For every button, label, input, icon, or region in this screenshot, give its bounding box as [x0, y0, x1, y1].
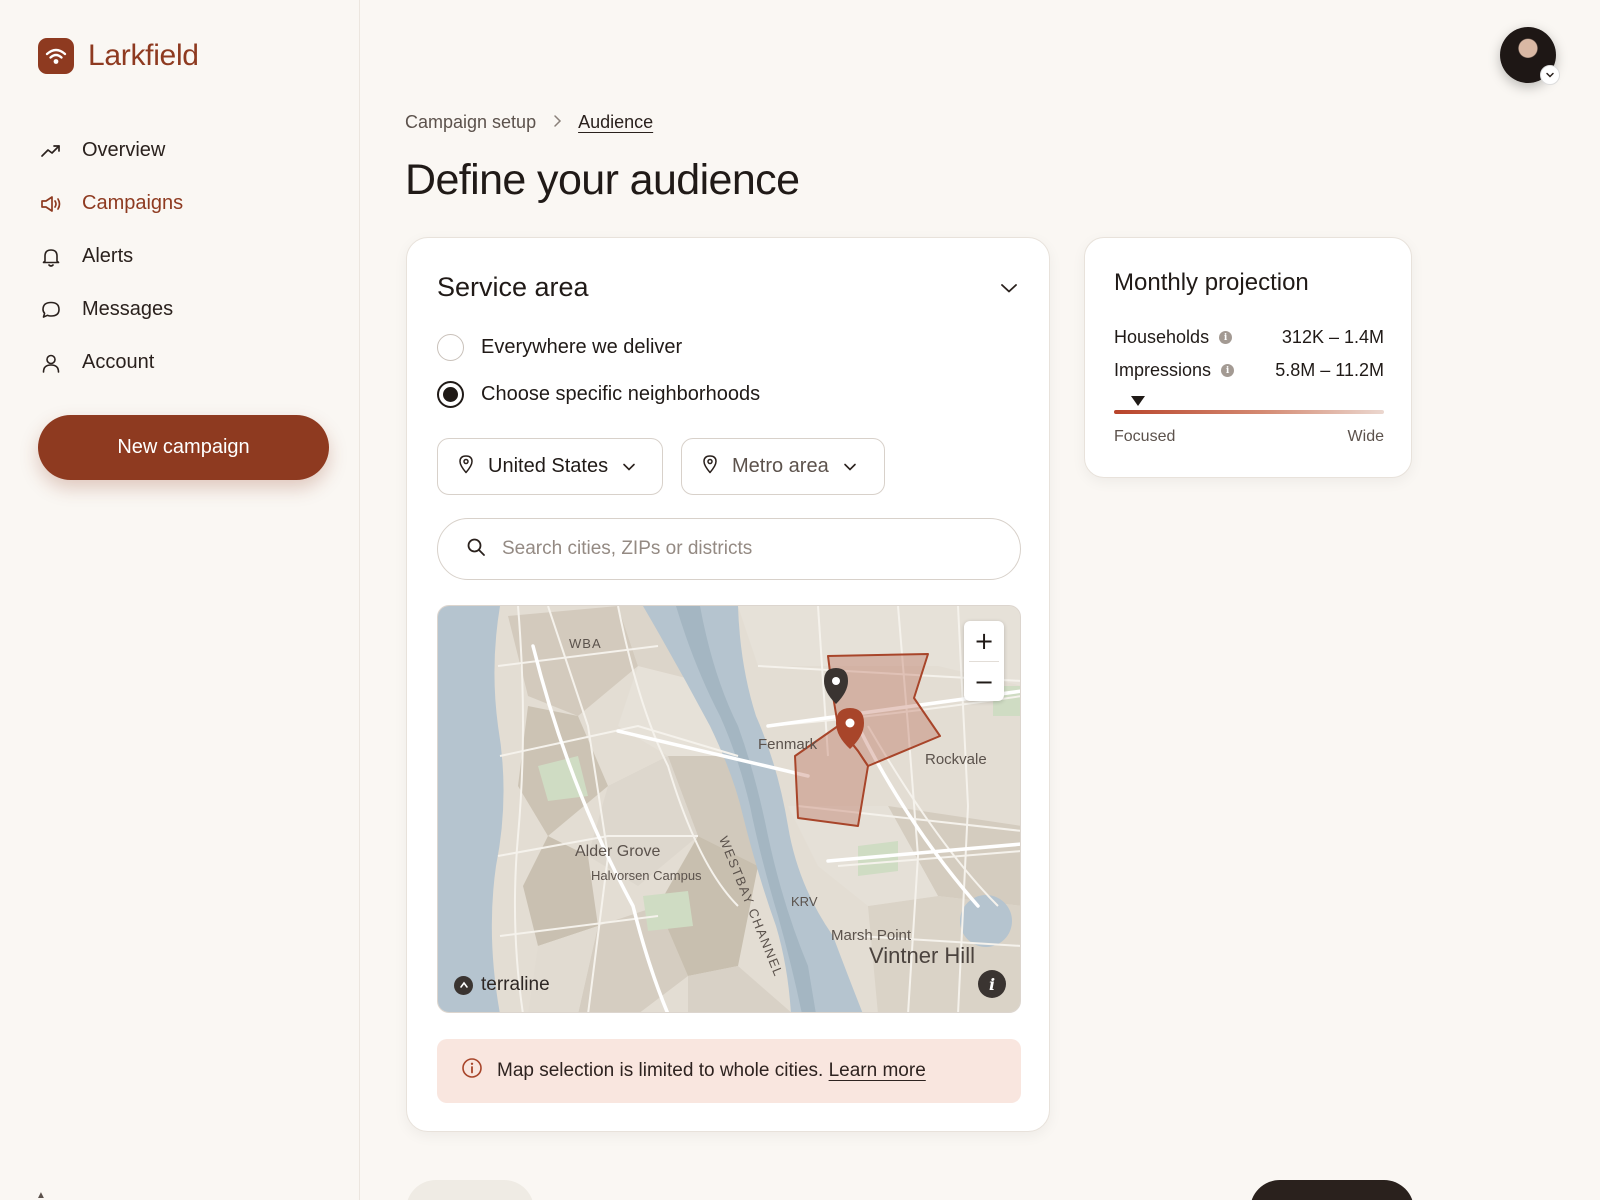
scale-left-label: Focused [1114, 428, 1176, 445]
back-button[interactable] [406, 1180, 534, 1200]
continue-button[interactable] [1250, 1180, 1414, 1200]
sidebar-item-label: Messages [82, 298, 174, 320]
breadcrumb-current[interactable]: Audience [578, 112, 653, 133]
wifi-logo-icon [38, 38, 74, 74]
service-area-map[interactable]: WBA Fenmark Rockvale WESTBAY CHANNEL Ald… [437, 605, 1021, 1013]
map-label: Halvorsen Campus [591, 868, 702, 883]
map-label: KRV [791, 894, 818, 909]
app-logo[interactable]: Larkfield [38, 38, 199, 74]
map-label: Marsh Point [831, 927, 912, 944]
map-label: Rockvale [925, 751, 987, 768]
reach-scale-bar [1114, 410, 1384, 414]
map-label: Vintner Hill [869, 943, 975, 968]
breadcrumb: Campaign setup Audience [405, 112, 653, 133]
trend-up-icon [38, 138, 64, 164]
sidebar-item-account[interactable]: Account [38, 336, 328, 389]
radio-button[interactable] [437, 334, 464, 361]
impressions-label: Impressions [1114, 360, 1212, 380]
page-title: Define your audience [405, 156, 800, 204]
terraline-logo-icon [454, 975, 473, 995]
search-icon [466, 537, 486, 562]
scale-right-label: Wide [1347, 428, 1384, 445]
sidebar-item-campaigns[interactable]: Campaigns [38, 177, 328, 230]
megaphone-icon [38, 191, 64, 217]
user-avatar[interactable] [1500, 27, 1560, 85]
sidebar-item-overview[interactable]: Overview [38, 124, 328, 177]
chevron-up-icon: ▲ [36, 1190, 46, 1200]
bell-icon [38, 244, 64, 270]
info-circle-icon [461, 1057, 483, 1085]
households-value: 312K – 1.4M [1281, 327, 1384, 347]
attribution-label: terraline [481, 974, 550, 995]
zoom-out-button[interactable]: − [964, 662, 1004, 702]
projection-title: Monthly projection [1114, 269, 1309, 296]
app-name: Larkfield [88, 39, 199, 72]
collapse-chevron-icon[interactable] [995, 274, 1023, 302]
sidebar-item-label: Account [82, 351, 155, 373]
impressions-value: 5.8M – 11.2M [1275, 360, 1384, 380]
households-label-group: Households i [1114, 327, 1233, 348]
info-icon[interactable]: i [1221, 364, 1235, 377]
service-area-card: Service area Everywhere we deliver Choos… [406, 237, 1050, 1132]
scale-marker-icon [1131, 396, 1146, 406]
region-select[interactable]: Metro area [681, 438, 885, 495]
search-input[interactable] [502, 538, 992, 560]
scale-labels: Focused Wide [1114, 428, 1384, 446]
user-icon [38, 350, 64, 376]
households-row: Households i 312K – 1.4M [1114, 327, 1384, 348]
radio-specific-neighborhoods[interactable]: Choose specific neighborhoods [437, 381, 760, 408]
sidebar-item-label: Alerts [82, 245, 134, 267]
map-attribution[interactable]: terraline [454, 974, 550, 996]
map-info-icon[interactable]: i [978, 970, 1006, 998]
impressions-row: Impressions i 5.8M – 11.2M [1114, 360, 1384, 381]
neighborhood-search[interactable] [437, 518, 1021, 580]
learn-more-link[interactable]: Learn more [829, 1060, 926, 1081]
radio-everywhere[interactable]: Everywhere we deliver [437, 334, 682, 361]
map-label: Fenmark [758, 736, 818, 753]
sidebar-item-messages[interactable]: Messages [38, 283, 328, 336]
chevron-down-icon [843, 455, 857, 478]
location-pin-icon [458, 454, 474, 480]
impressions-label-group: Impressions i [1114, 360, 1235, 381]
chevron-down-icon [1540, 65, 1560, 85]
country-select[interactable]: United States [437, 438, 663, 495]
map-zoom-controls: + − [964, 621, 1004, 701]
notice-message: Map selection is limited to whole cities… [497, 1060, 824, 1081]
chevron-down-icon [622, 455, 636, 478]
service-area-header: Service area [437, 272, 1023, 303]
notice-text: Map selection is limited to whole cities… [497, 1060, 926, 1082]
chat-bubble-icon [38, 297, 64, 323]
radio-label: Everywhere we deliver [481, 336, 683, 358]
sidebar: Larkfield Overview Campaigns Alerts Mess… [0, 0, 360, 1200]
sidebar-item-label: Overview [82, 139, 166, 161]
map-label: Alder Grove [575, 843, 661, 860]
map-label: WBA [569, 636, 602, 651]
info-icon[interactable]: i [1219, 331, 1233, 344]
country-select-value: United States [488, 455, 609, 477]
monthly-projection-card: Monthly projection Households i 312K – 1… [1084, 237, 1412, 478]
radio-label: Choose specific neighborhoods [481, 383, 761, 405]
map-limit-notice: Map selection is limited to whole cities… [437, 1039, 1021, 1103]
region-select-value: Metro area [732, 455, 829, 477]
breadcrumb-parent-link[interactable]: Campaign setup [405, 112, 536, 133]
location-pin-icon [702, 454, 718, 480]
households-label: Households [1114, 327, 1210, 347]
sidebar-nav: Overview Campaigns Alerts Messages Accou… [38, 124, 328, 389]
sidebar-item-label: Campaigns [82, 192, 184, 214]
chevron-right-icon [552, 112, 562, 133]
radio-button[interactable] [437, 381, 464, 408]
card-title: Service area [437, 272, 589, 302]
zoom-in-button[interactable]: + [964, 621, 1004, 661]
new-campaign-button[interactable]: New campaign [38, 415, 329, 480]
sidebar-item-alerts[interactable]: Alerts [38, 230, 328, 283]
